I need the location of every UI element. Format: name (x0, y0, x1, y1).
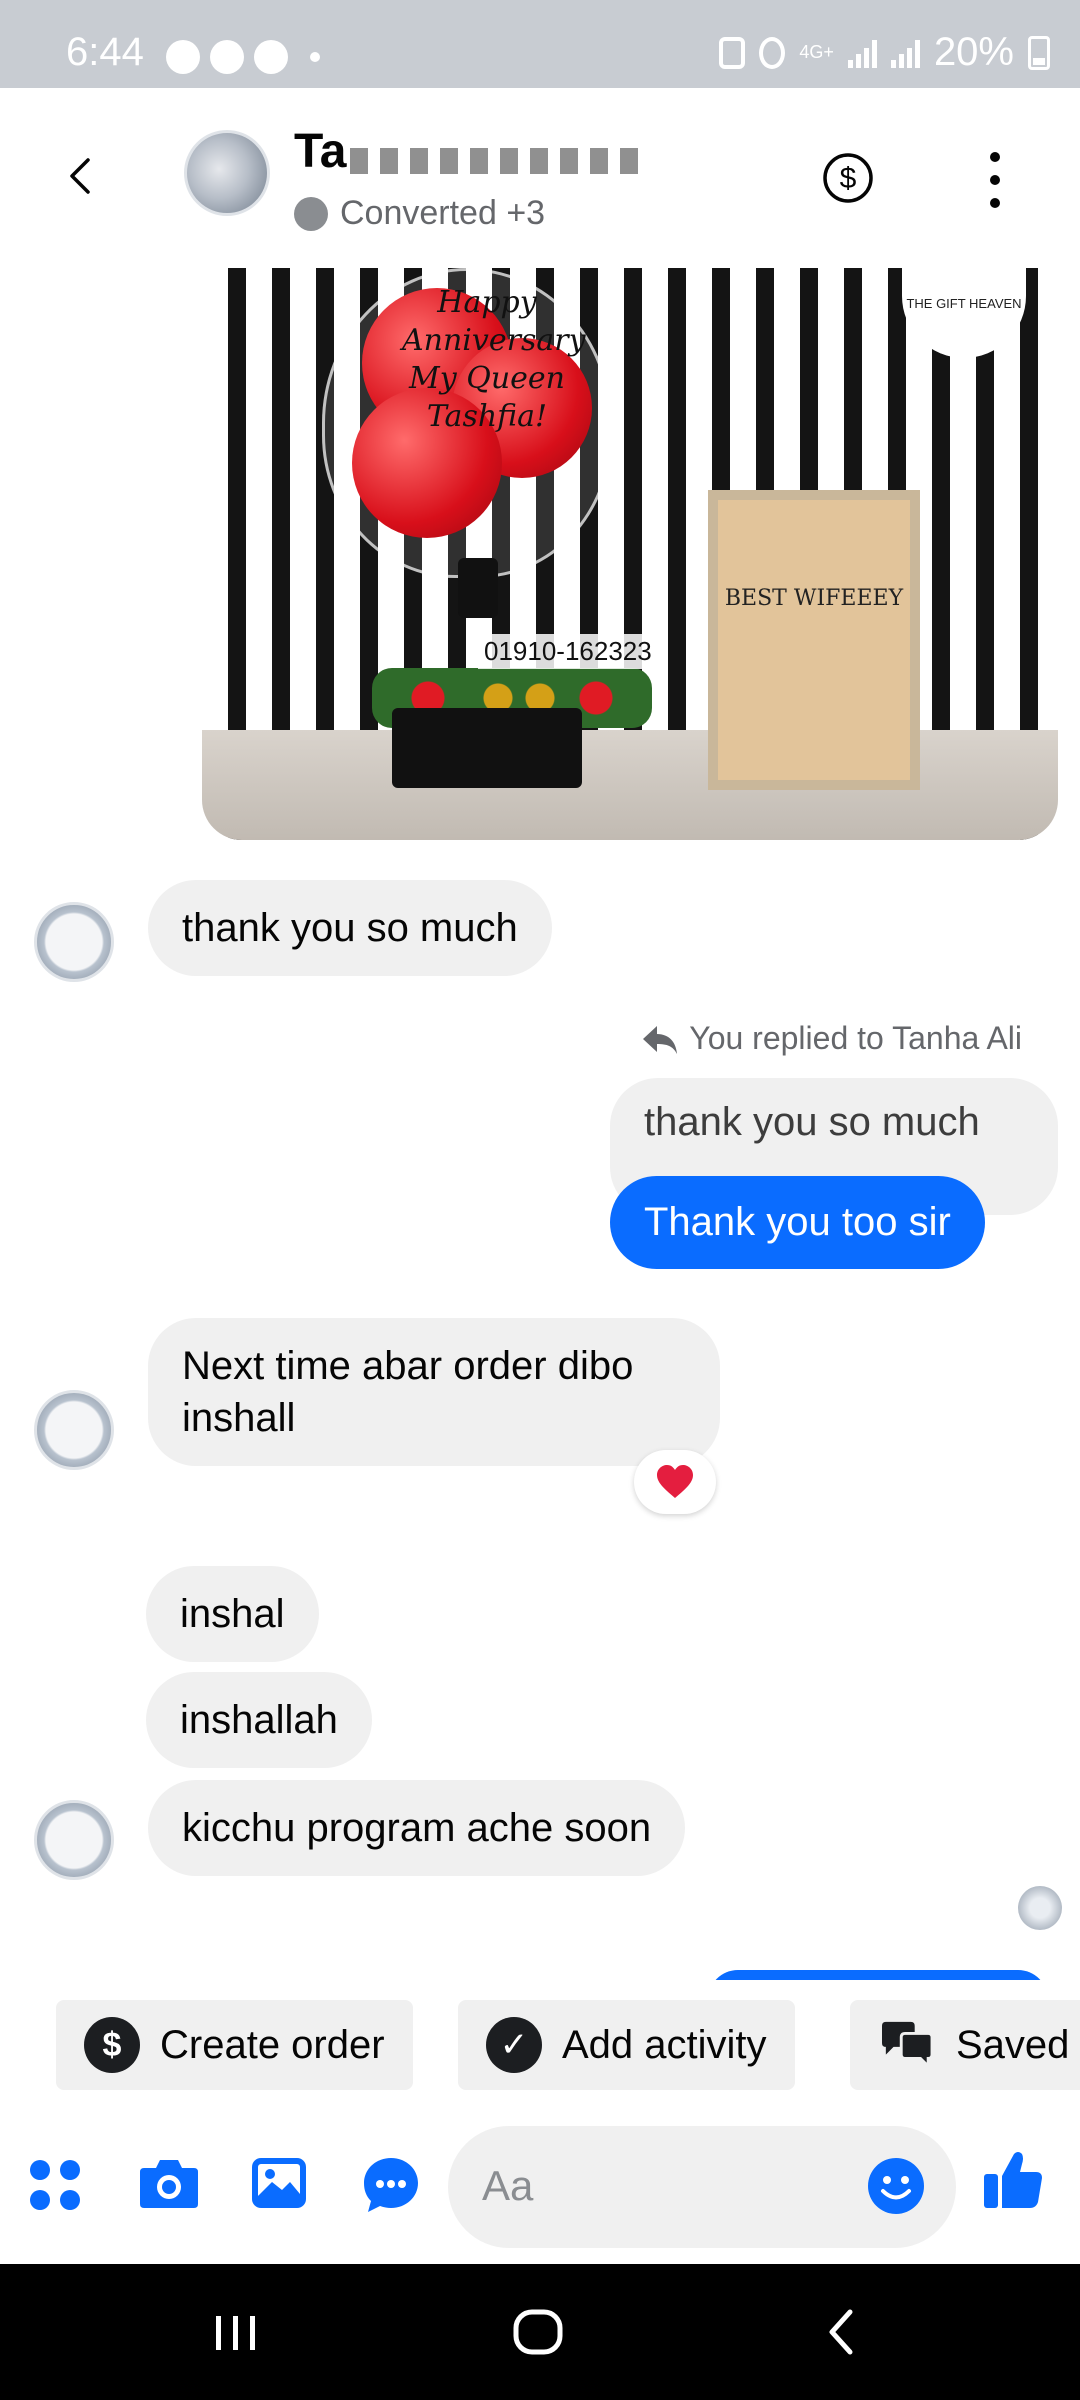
conversation-header: Ta Converted +3 $ (0, 88, 1080, 268)
home-icon (513, 2309, 563, 2355)
brand-name: THE GIFT HEAVEN (906, 296, 1022, 311)
sender-avatar[interactable] (34, 1800, 114, 1880)
incoming-message[interactable]: inshal (146, 1566, 319, 1662)
message-input-container[interactable] (448, 2126, 956, 2248)
blocked-notification-icon (254, 40, 288, 74)
status-time: 6:44 (66, 30, 144, 74)
seen-indicator-avatar (1018, 1886, 1062, 1930)
chat-bubbles-icon (882, 2021, 934, 2070)
balloon-line: Anniversary (402, 323, 586, 358)
gift-box (392, 708, 582, 788)
thumbs-up-icon (984, 2152, 1042, 2208)
balloon-text: Happy Anniversary My Queen Tashfia! (402, 284, 586, 436)
contact-status[interactable]: Converted +3 (294, 194, 545, 233)
gallery-button[interactable] (250, 2156, 308, 2214)
brand-logo (902, 268, 1026, 358)
recents-icon (216, 2316, 255, 2350)
message-composer (0, 2100, 1080, 2264)
dollar-icon: $ (84, 2017, 140, 2073)
sender-avatar[interactable] (34, 1390, 114, 1470)
add-activity-label: Add activity (562, 2022, 767, 2067)
add-activity-button[interactable]: ✓ Add activity (458, 2000, 795, 2090)
balloon-line: Happy (437, 285, 537, 320)
svg-text:$: $ (840, 162, 857, 195)
network-type: 4G+ (799, 42, 834, 62)
chevron-left-icon (70, 158, 90, 194)
more-notifications-icon (310, 52, 320, 62)
payments-button[interactable]: $ (822, 152, 874, 204)
sender-avatar[interactable] (34, 902, 114, 982)
incoming-message[interactable]: thank you so much (148, 880, 552, 976)
photo-phone-label: 01910-162323 (478, 634, 658, 669)
certificate-frame (708, 490, 920, 790)
like-button[interactable] (982, 2148, 1042, 2208)
battery-percent: 20% (933, 30, 1014, 74)
reaction-badge[interactable] (634, 1450, 716, 1514)
outgoing-message-partial[interactable] (708, 1970, 1048, 1980)
message-list[interactable]: Happy Anniversary My Queen Tashfia! 0191… (0, 268, 1080, 1980)
message-input[interactable] (482, 2156, 842, 2216)
messenger-notification-icon (210, 40, 244, 74)
messenger-notification-icon (166, 40, 200, 74)
outgoing-message[interactable]: Thank you too sir (610, 1176, 985, 1269)
reply-context: You replied to Tanha Ali (641, 1020, 1022, 1057)
back-button[interactable] (62, 156, 102, 196)
quick-actions-bar: $ Create order ✓ Add activity Saved (0, 1980, 1080, 2100)
status-label: Converted +3 (340, 194, 546, 232)
more-dot-icon (990, 152, 1000, 162)
heart-icon (657, 1465, 693, 1498)
contact-name[interactable]: Ta (294, 124, 346, 179)
photo-floor (202, 730, 1058, 840)
dollar-icon: $ (823, 153, 873, 203)
create-order-button[interactable]: $ Create order (56, 2000, 413, 2090)
system-back-button[interactable] (812, 2302, 872, 2362)
system-icons: 4G+ 20% (719, 30, 1050, 75)
signal-icon (890, 38, 920, 68)
redacted-name (350, 148, 650, 174)
reply-label-text: You replied to Tanha Ali (689, 1020, 1022, 1056)
chat-dots-icon (364, 2158, 418, 2212)
create-order-label: Create order (160, 2022, 385, 2067)
sim-icon (719, 36, 746, 69)
emoji-button[interactable] (866, 2156, 926, 2216)
smiley-icon (868, 2158, 924, 2214)
incoming-message[interactable]: Next time abar order dibo inshall (148, 1318, 720, 1466)
alarm-icon (759, 36, 786, 69)
notification-icons (166, 40, 320, 74)
camera-button[interactable] (138, 2156, 198, 2214)
back-icon (829, 2309, 853, 2355)
contact-avatar[interactable] (184, 130, 270, 216)
incoming-message[interactable]: inshallah (146, 1672, 372, 1768)
checkmark-icon: ✓ (486, 2017, 542, 2073)
more-dot-icon (990, 198, 1000, 208)
recent-apps-button[interactable] (206, 2302, 266, 2362)
balloon-line: My Queen (409, 361, 565, 396)
more-dot-icon (990, 175, 1000, 185)
balloon-line: Tashfia! (426, 399, 548, 434)
system-navigation-bar (0, 2264, 1080, 2400)
more-options-button[interactable] (980, 152, 1010, 208)
certificate-title: BEST WIFEEEY (724, 586, 904, 611)
reply-arrow-icon (643, 1025, 678, 1054)
status-bar: 6:44 4G+ 20% (0, 0, 1080, 88)
incoming-message[interactable]: kicchu program ache soon (148, 1780, 686, 1876)
image-icon (252, 2158, 306, 2208)
ribbon-bow (458, 558, 498, 618)
saved-replies-composer-button[interactable] (362, 2156, 420, 2214)
shared-product-photo[interactable]: Happy Anniversary My Queen Tashfia! 0191… (202, 268, 1058, 840)
grid-dots-icon (30, 2160, 80, 2210)
home-button[interactable] (508, 2302, 568, 2362)
battery-icon (1028, 35, 1050, 70)
camera-icon (140, 2160, 198, 2208)
apps-button[interactable] (26, 2156, 84, 2214)
saved-label: Saved (956, 2022, 1070, 2067)
signal-icon (847, 38, 877, 68)
status-dot-icon (294, 196, 328, 231)
saved-replies-button[interactable]: Saved (850, 2000, 1080, 2090)
